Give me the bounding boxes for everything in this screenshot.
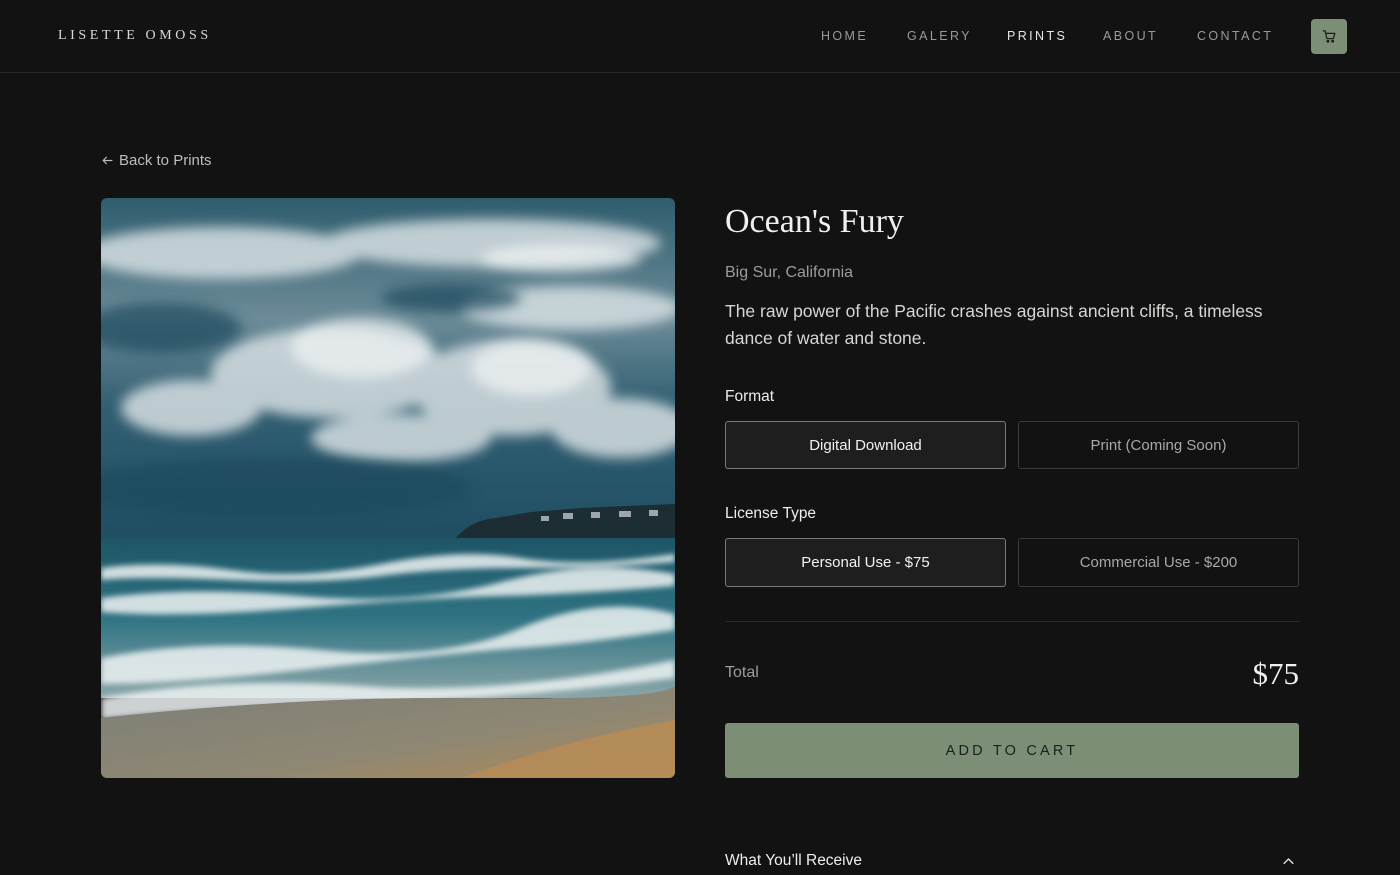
nav-about[interactable]: ABOUT: [1103, 29, 1158, 43]
what-youll-receive-accordion[interactable]: What You’ll Receive: [725, 852, 862, 870]
product-location: Big Sur, California: [725, 264, 854, 281]
nav-prints[interactable]: PRINTS: [1007, 29, 1067, 43]
product-image: [101, 198, 675, 778]
back-link-label: Back to Prints: [119, 152, 212, 169]
cart-button[interactable]: [1311, 19, 1347, 54]
brand-logo[interactable]: LISETTE OMOSS: [58, 28, 212, 44]
format-print-option[interactable]: Print (Coming Soon): [1018, 421, 1299, 469]
nav-home[interactable]: HOME: [821, 29, 868, 43]
product-title: Ocean's Fury: [725, 203, 904, 240]
site-header: LISETTE OMOSS HOME GALERY PRINTS ABOUT C…: [0, 0, 1400, 73]
total-price: $75: [1252, 656, 1300, 691]
arrow-left-icon: [102, 156, 113, 165]
back-to-prints-link[interactable]: Back to Prints: [101, 152, 212, 169]
nav-galery[interactable]: GALERY: [907, 29, 972, 43]
total-label: Total: [725, 664, 759, 681]
divider: [725, 621, 1300, 622]
nav-contact[interactable]: CONTACT: [1197, 29, 1273, 43]
format-label: Format: [725, 388, 775, 405]
license-personal-option[interactable]: Personal Use - $75: [725, 538, 1006, 587]
format-digital-download-option[interactable]: Digital Download: [725, 421, 1006, 469]
license-commercial-option[interactable]: Commercial Use - $200: [1018, 538, 1299, 587]
license-type-label: License Type: [725, 505, 817, 522]
cart-icon: [1322, 30, 1335, 43]
chevron-up-icon[interactable]: [1281, 854, 1296, 869]
product-description: The raw power of the Pacific crashes aga…: [725, 301, 1263, 348]
add-to-cart-button[interactable]: ADD TO CART: [725, 723, 1299, 778]
